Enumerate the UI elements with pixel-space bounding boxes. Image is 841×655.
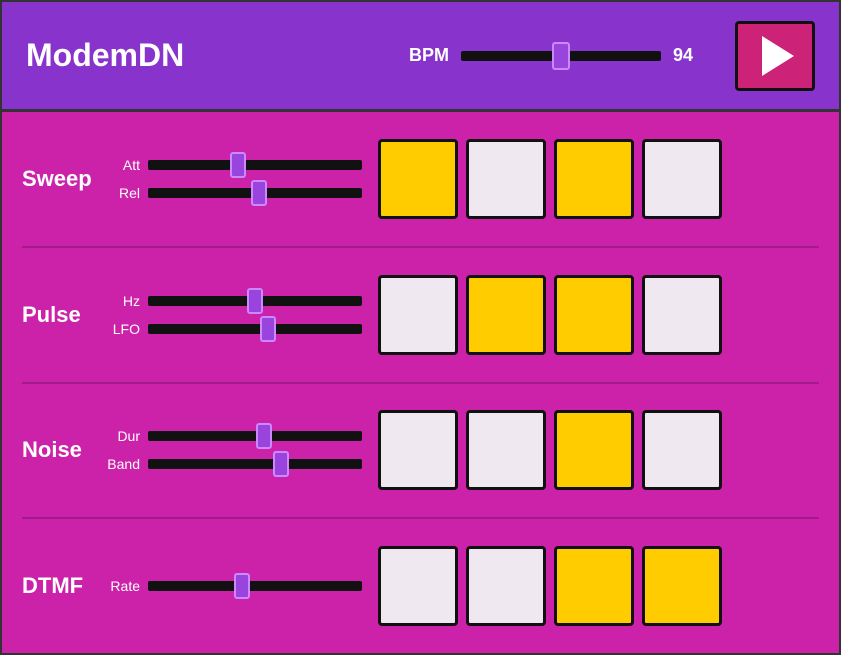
noise-pads (378, 410, 722, 490)
header: ModemDN BPM 94 (2, 2, 839, 112)
dtmf-pad-2[interactable] (466, 546, 546, 626)
play-icon (762, 36, 794, 76)
dtmf-rate-track (148, 581, 362, 591)
dtmf-rate-label: Rate (102, 578, 140, 594)
pulse-sliders: Hz LFO (102, 292, 362, 338)
sweep-sliders: Att Rel (102, 156, 362, 202)
bpm-value: 94 (673, 45, 703, 66)
pulse-lfo-track (148, 324, 362, 334)
noise-band-row: Band (102, 455, 362, 473)
app-title: ModemDN (26, 37, 184, 74)
divider-2 (22, 382, 819, 384)
sweep-rel-row: Rel (102, 184, 362, 202)
noise-band-thumb[interactable] (273, 451, 289, 477)
noise-dur-thumb[interactable] (256, 423, 272, 449)
sweep-pad-2[interactable] (466, 139, 546, 219)
divider-1 (22, 246, 819, 248)
divider-3 (22, 517, 819, 519)
section-pulse: Pulse Hz LFO (22, 258, 819, 372)
noise-band-track (148, 459, 362, 469)
noise-pad-2[interactable] (466, 410, 546, 490)
sweep-pad-1[interactable] (378, 139, 458, 219)
bpm-thumb[interactable] (552, 42, 570, 70)
noise-pad-1[interactable] (378, 410, 458, 490)
play-button[interactable] (735, 21, 815, 91)
sweep-att-thumb[interactable] (230, 152, 246, 178)
pulse-hz-label: Hz (102, 293, 140, 309)
sweep-rel-label: Rel (102, 185, 140, 201)
pulse-hz-thumb[interactable] (247, 288, 263, 314)
dtmf-pad-1[interactable] (378, 546, 458, 626)
noise-dur-row: Dur (102, 427, 362, 445)
noise-dur-label: Dur (102, 428, 140, 444)
dtmf-rate-thumb[interactable] (234, 573, 250, 599)
noise-dur-slider[interactable] (148, 427, 362, 445)
noise-band-slider[interactable] (148, 455, 362, 473)
dtmf-rate-slider[interactable] (148, 577, 362, 595)
sweep-att-track (148, 160, 362, 170)
sweep-pads (378, 139, 722, 219)
dtmf-rate-row: Rate (102, 577, 362, 595)
sweep-att-row: Att (102, 156, 362, 174)
section-name-noise: Noise (22, 437, 102, 463)
section-sweep: Sweep Att Rel (22, 122, 819, 236)
noise-band-label: Band (102, 456, 140, 472)
app-container: ModemDN BPM 94 Sweep Att (0, 0, 841, 655)
pulse-lfo-thumb[interactable] (260, 316, 276, 342)
sweep-rel-slider[interactable] (148, 184, 362, 202)
noise-sliders: Dur Band (102, 427, 362, 473)
pulse-hz-slider[interactable] (148, 292, 362, 310)
dtmf-pad-4[interactable] (642, 546, 722, 626)
dtmf-pads (378, 546, 722, 626)
dtmf-sliders: Rate (102, 577, 362, 595)
sweep-pad-4[interactable] (642, 139, 722, 219)
pulse-hz-row: Hz (102, 292, 362, 310)
pulse-pad-4[interactable] (642, 275, 722, 355)
sweep-rel-thumb[interactable] (251, 180, 267, 206)
pulse-pad-2[interactable] (466, 275, 546, 355)
section-name-sweep: Sweep (22, 166, 102, 192)
main-content: Sweep Att Rel (2, 112, 839, 653)
sweep-att-label: Att (102, 157, 140, 173)
section-name-dtmf: DTMF (22, 573, 102, 599)
sweep-att-slider[interactable] (148, 156, 362, 174)
bpm-slider[interactable] (461, 46, 661, 66)
noise-pad-3[interactable] (554, 410, 634, 490)
noise-pad-4[interactable] (642, 410, 722, 490)
sweep-pad-3[interactable] (554, 139, 634, 219)
pulse-lfo-slider[interactable] (148, 320, 362, 338)
dtmf-pad-3[interactable] (554, 546, 634, 626)
section-dtmf: DTMF Rate (22, 529, 819, 643)
bpm-label: BPM (409, 45, 449, 66)
section-name-pulse: Pulse (22, 302, 102, 328)
pulse-lfo-label: LFO (102, 321, 140, 337)
pulse-pad-3[interactable] (554, 275, 634, 355)
pulse-pad-1[interactable] (378, 275, 458, 355)
pulse-lfo-row: LFO (102, 320, 362, 338)
section-noise: Noise Dur Band (22, 394, 819, 508)
bpm-section: BPM 94 (409, 45, 703, 66)
pulse-pads (378, 275, 722, 355)
